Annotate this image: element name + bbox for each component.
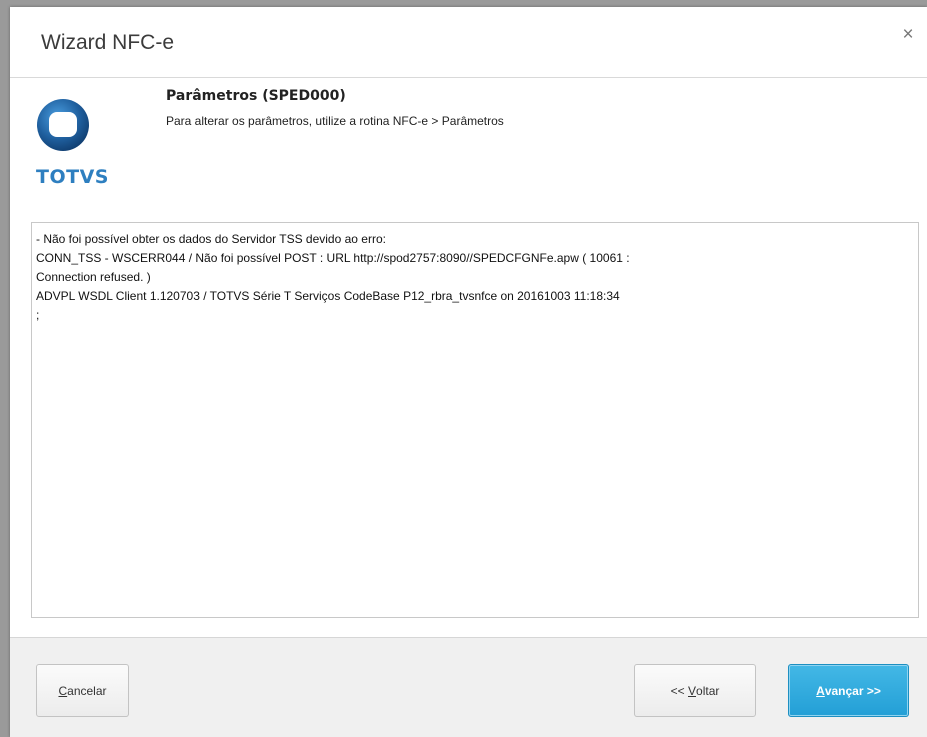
- title-bar: Wizard NFC-e ×: [10, 7, 927, 78]
- next-button[interactable]: Avançar >>: [788, 664, 909, 717]
- message-line: CONN_TSS - WSCERR044 / Não foi possível …: [36, 251, 630, 265]
- content-area: - Não foi possível obter os dados do Ser…: [10, 196, 927, 637]
- message-line: ;: [36, 308, 40, 322]
- cancel-label: ancelar: [67, 683, 107, 698]
- message-line: ADVPL WSDL Client 1.120703 / TOTVS Série…: [36, 289, 620, 303]
- page-heading: Parâmetros (SPED000): [166, 88, 346, 104]
- logo-text: TOTVS: [36, 166, 109, 188]
- totvs-logo: TOTVS: [35, 88, 115, 188]
- window-title: Wizard NFC-e: [41, 31, 175, 54]
- error-message-box[interactable]: - Não foi possível obter os dados do Ser…: [31, 222, 919, 618]
- close-icon[interactable]: ×: [899, 25, 917, 45]
- page-subheading: Para alterar os parâmetros, utilize a ro…: [166, 114, 504, 128]
- next-label: vançar >>: [824, 683, 881, 698]
- footer-bar: Cancelar << Voltar Avançar >>: [10, 637, 927, 737]
- wizard-dialog: Wizard NFC-e × TOTVS Parâmetros (SPED000…: [10, 7, 927, 737]
- back-label: oltar: [696, 683, 720, 698]
- back-button[interactable]: << Voltar: [634, 664, 756, 717]
- cancel-button[interactable]: Cancelar: [36, 664, 129, 717]
- back-mnemonic: V: [688, 683, 697, 698]
- totvs-logo-icon: [37, 99, 89, 151]
- back-prefix: <<: [670, 683, 688, 698]
- next-mnemonic: A: [816, 683, 825, 698]
- message-line: Connection refused. ): [36, 270, 151, 284]
- wizard-header: TOTVS Parâmetros (SPED000) Para alterar …: [10, 78, 927, 196]
- message-line: - Não foi possível obter os dados do Ser…: [36, 232, 386, 246]
- cancel-mnemonic: C: [58, 683, 68, 698]
